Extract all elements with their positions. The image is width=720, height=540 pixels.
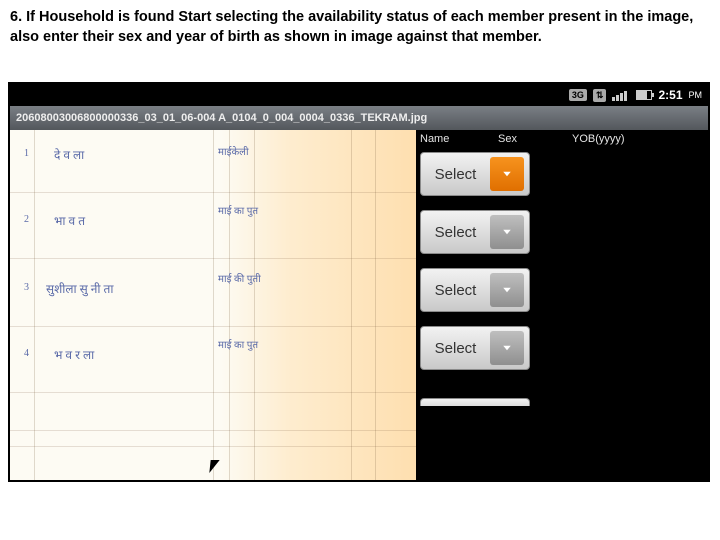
handwritten-relation: माईकेली bbox=[218, 144, 249, 158]
handwritten-relation: माई का पुत bbox=[218, 206, 258, 217]
device-frame: 3G ⇅ 2:51 PM 20608003006800000336_03_01_… bbox=[8, 82, 710, 482]
image-filename: 20608003006800000336_03_01_06-004 A_0104… bbox=[16, 112, 427, 124]
availability-select-button[interactable]: Select bbox=[420, 152, 530, 196]
data-sync-icon: ⇅ bbox=[593, 89, 607, 102]
image-title-bar: 20608003006800000336_03_01_06-004 A_0104… bbox=[10, 106, 708, 130]
select-label: Select bbox=[421, 166, 490, 183]
instruction-text: 6. If Household is found Start selecting… bbox=[0, 0, 720, 51]
column-headers: Name Sex YOB(yyyy) bbox=[416, 130, 708, 148]
network-3g-icon: 3G bbox=[569, 89, 587, 101]
row-number: 1 bbox=[24, 148, 29, 159]
select-label: Select bbox=[421, 224, 490, 241]
chevron-down-icon bbox=[490, 273, 524, 307]
chevron-down-icon bbox=[490, 215, 524, 249]
member-entry-panel: Name Sex YOB(yyyy) Select Select Select Sel… bbox=[416, 130, 708, 480]
handwritten-name: सुशीला सु नी ता bbox=[46, 280, 113, 297]
availability-select-button[interactable]: Select bbox=[420, 326, 530, 370]
availability-select-button[interactable] bbox=[420, 398, 530, 406]
row-number: 2 bbox=[24, 214, 29, 225]
chevron-down-icon bbox=[490, 331, 524, 365]
signal-icon bbox=[612, 89, 630, 101]
row-number: 3 bbox=[24, 282, 29, 293]
chevron-down-icon bbox=[490, 157, 524, 191]
handwritten-name: भ व र ला bbox=[54, 346, 94, 363]
handwritten-relation: माई की पुती bbox=[218, 274, 261, 285]
content-area: 1 दे व ला माईकेली 2 भा व त माई का पुत 3 … bbox=[10, 130, 708, 480]
handwritten-name: दे व ला bbox=[54, 146, 84, 163]
clock-time: 2:51 bbox=[658, 88, 682, 102]
android-statusbar: 3G ⇅ 2:51 PM bbox=[10, 84, 708, 106]
header-name: Name bbox=[420, 133, 464, 145]
household-register-photo[interactable]: 1 दे व ला माईकेली 2 भा व त माई का पुत 3 … bbox=[10, 130, 416, 480]
handwritten-name: भा व त bbox=[54, 212, 85, 229]
header-yob: YOB(yyyy) bbox=[572, 133, 625, 145]
battery-icon bbox=[636, 90, 652, 100]
header-sex: Sex bbox=[498, 133, 538, 145]
availability-select-button[interactable]: Select bbox=[420, 268, 530, 312]
clock-ampm: PM bbox=[689, 90, 703, 100]
select-label: Select bbox=[421, 340, 490, 357]
availability-select-button[interactable]: Select bbox=[420, 210, 530, 254]
row-number: 4 bbox=[24, 348, 29, 359]
handwritten-relation: माई का पुत bbox=[218, 340, 258, 351]
select-label: Select bbox=[421, 282, 490, 299]
